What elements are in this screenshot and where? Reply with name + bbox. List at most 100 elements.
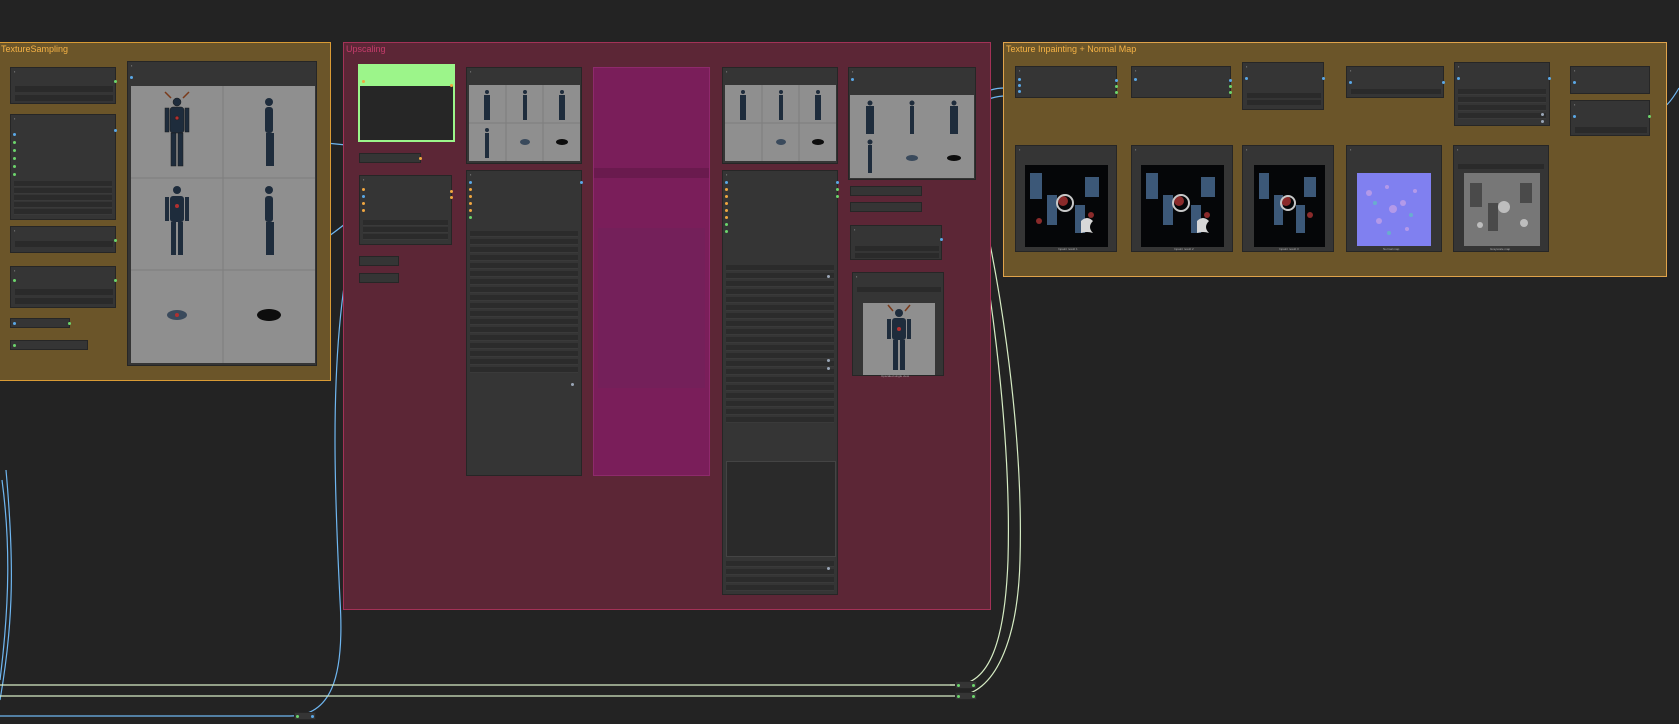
input-port[interactable] <box>469 209 472 212</box>
output-port[interactable] <box>836 188 839 191</box>
output-port[interactable] <box>972 695 975 698</box>
input-port[interactable] <box>13 344 16 347</box>
inpaint-input-node[interactable]: ▪ <box>1015 66 1118 98</box>
normal-map-preview[interactable]: ▪ Normal map <box>1346 145 1442 252</box>
toggle-knob[interactable] <box>571 383 574 386</box>
upscale-model-loader-node[interactable]: ▪ <box>359 175 453 245</box>
output-port[interactable] <box>1115 79 1118 82</box>
input-port[interactable] <box>469 216 472 219</box>
texture-sampler-node[interactable]: ▪ <box>10 114 117 220</box>
input-port[interactable] <box>1018 78 1021 81</box>
inpaint-preview-1[interactable]: ▪ Inpaint result 1 <box>1015 145 1117 252</box>
ultimate-sd-upscale-node[interactable]: ▪ <box>466 170 583 476</box>
output-port[interactable] <box>1322 77 1325 80</box>
reroute-node[interactable] <box>955 692 977 700</box>
input-port[interactable] <box>13 141 16 144</box>
input-port[interactable] <box>13 133 16 136</box>
input-port[interactable] <box>725 202 728 205</box>
multiview-render-node[interactable]: ▪ <box>127 61 317 366</box>
output-port[interactable] <box>972 684 975 687</box>
output-port[interactable] <box>836 195 839 198</box>
toggle-knob[interactable] <box>1541 113 1544 116</box>
widget-row[interactable] <box>1351 89 1441 94</box>
input-port[interactable] <box>1573 81 1576 84</box>
inpaint-preview-3[interactable]: ▪ Inpaint result 3 <box>1242 145 1334 252</box>
text-area[interactable] <box>726 461 836 557</box>
mini-node[interactable] <box>850 202 922 212</box>
output-port[interactable] <box>362 80 365 83</box>
mini-node[interactable] <box>10 340 88 350</box>
output-port[interactable] <box>1548 77 1551 80</box>
output-port[interactable] <box>1115 85 1118 88</box>
widget-row[interactable] <box>1247 93 1321 98</box>
grayscale-node[interactable]: ▪ <box>1454 62 1551 126</box>
inpaint-node-2[interactable]: ▪ <box>1131 66 1232 98</box>
output-port[interactable] <box>1115 91 1118 94</box>
input-port[interactable] <box>1573 115 1576 118</box>
input-port[interactable] <box>957 695 960 698</box>
widget-row[interactable] <box>1458 164 1544 169</box>
input-port[interactable] <box>13 149 16 152</box>
output-port[interactable] <box>1229 85 1232 88</box>
toggle-knob[interactable] <box>827 275 830 278</box>
final-multiview-preview-node[interactable]: ▪ <box>848 67 976 180</box>
output-port[interactable] <box>1648 115 1651 118</box>
output-port[interactable] <box>114 129 117 132</box>
inpaint-node-3[interactable]: ▪ <box>1242 62 1325 110</box>
sampler-settings-node[interactable]: ▪ <box>10 67 117 104</box>
input-port[interactable] <box>851 78 854 81</box>
upscale-preview-node-2[interactable]: ▪ <box>722 67 838 164</box>
reroute-node[interactable] <box>955 681 977 689</box>
upscale-factor-node[interactable] <box>358 64 455 142</box>
toggle-knob[interactable] <box>827 367 830 370</box>
output-port[interactable] <box>114 279 117 282</box>
input-port[interactable] <box>362 195 365 198</box>
input-port[interactable] <box>1245 77 1248 80</box>
single-view-preview-node[interactable]: ▪ Upscaled single view <box>852 272 944 378</box>
small-node[interactable]: ▪ <box>10 266 117 308</box>
grayscale-preview[interactable]: ▪ Grayscale map <box>1453 145 1549 252</box>
widget-row[interactable] <box>1575 127 1647 133</box>
input-port[interactable] <box>725 230 728 233</box>
input-port[interactable] <box>13 322 16 325</box>
input-port[interactable] <box>725 181 728 184</box>
save-node[interactable]: ▪ <box>1570 100 1651 136</box>
widget-row[interactable] <box>857 287 941 292</box>
widget-row[interactable] <box>15 86 113 92</box>
toggle-knob[interactable] <box>1541 120 1544 123</box>
output-port[interactable] <box>419 157 422 160</box>
upscale-preview-node[interactable]: ▪ <box>466 67 582 164</box>
output-port[interactable] <box>68 322 71 325</box>
output-port[interactable] <box>450 196 453 199</box>
input-port[interactable] <box>362 202 365 205</box>
output-port[interactable] <box>580 181 583 184</box>
toggle-knob[interactable] <box>827 567 830 570</box>
mini-node[interactable] <box>850 186 922 196</box>
output-port[interactable] <box>450 84 453 87</box>
bypassed-upscale-node[interactable] <box>593 67 710 476</box>
input-port[interactable] <box>1134 78 1137 81</box>
input-port[interactable] <box>362 188 365 191</box>
widget-row[interactable] <box>15 298 113 304</box>
toggle-knob[interactable] <box>827 359 830 362</box>
output-port[interactable] <box>450 190 453 193</box>
output-node[interactable]: ▪ <box>1570 66 1650 94</box>
input-port[interactable] <box>362 209 365 212</box>
input-port[interactable] <box>13 157 16 160</box>
refine-sampler-node[interactable]: ▪ <box>722 170 839 595</box>
widget-row[interactable] <box>15 241 113 247</box>
widget-row[interactable] <box>1247 100 1321 105</box>
output-port[interactable] <box>114 80 117 83</box>
small-node[interactable]: ▪ <box>10 226 117 253</box>
widget-row[interactable] <box>15 289 113 295</box>
input-port[interactable] <box>469 188 472 191</box>
input-port[interactable] <box>13 279 16 282</box>
input-port[interactable] <box>130 76 133 79</box>
input-port[interactable] <box>725 209 728 212</box>
inpaint-preview-2[interactable]: ▪ Inpaint result 2 <box>1131 145 1233 252</box>
input-port[interactable] <box>725 216 728 219</box>
input-port[interactable] <box>13 173 16 176</box>
input-port[interactable] <box>13 165 16 168</box>
output-port[interactable] <box>311 715 314 718</box>
output-port[interactable] <box>1229 79 1232 82</box>
